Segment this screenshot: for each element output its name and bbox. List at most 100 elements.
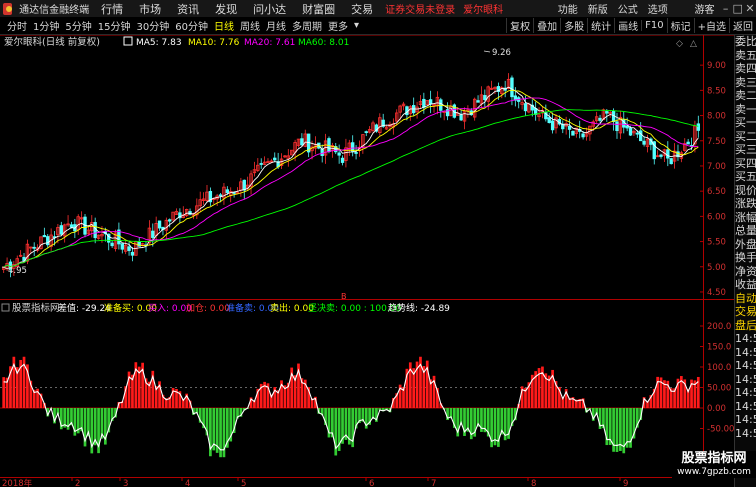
back-button[interactable]: 返回: [729, 18, 756, 33]
side-panel-item[interactable]: 净资: [735, 265, 756, 279]
menu-item-discover[interactable]: 发现: [207, 1, 245, 17]
side-panel-item[interactable]: 盘后: [735, 319, 756, 333]
side-panel-item[interactable]: 买五: [735, 170, 756, 184]
chart-settings-icon[interactable]: ◇: [676, 39, 683, 49]
chart-collapse-icon[interactable]: △: [690, 39, 697, 49]
side-panel-item[interactable]: 外盘: [735, 238, 756, 252]
high-price-label: 9.26: [492, 48, 511, 58]
side-panel-item[interactable]: 14:50: [735, 427, 756, 441]
period-multi[interactable]: 多周期: [289, 18, 325, 33]
candle-body: [337, 152, 341, 156]
statistics-button[interactable]: 统计: [587, 18, 614, 33]
side-panel-item[interactable]: 买二: [735, 130, 756, 144]
price-tick-label: 6.00: [707, 212, 726, 222]
login-alert[interactable]: 证券交易未登录: [381, 1, 459, 16]
watermark-url: www.7gpzb.com: [677, 467, 751, 477]
side-panel-item[interactable]: 买四: [735, 157, 756, 171]
app-name: 通达信金融终端: [19, 5, 90, 16]
indicator-tick-label: -50.00: [707, 425, 734, 435]
menu-item-ask[interactable]: 问小达: [245, 1, 294, 17]
side-panel-item[interactable]: 14:50: [735, 386, 756, 400]
period-5min[interactable]: 5分钟: [62, 18, 94, 33]
side-panel-item[interactable]: 委比: [735, 35, 756, 49]
overlay-button[interactable]: 叠加: [533, 18, 560, 33]
side-panel-item[interactable]: 14:50: [735, 400, 756, 414]
menu-item-news[interactable]: 资讯: [169, 1, 207, 17]
indicator-trend-value: 趋势线: -24.89: [388, 302, 450, 314]
menu-item-markets[interactable]: 市场: [131, 1, 169, 17]
side-panel-item[interactable]: 涨跌: [735, 197, 756, 211]
candle-body: [69, 224, 74, 228]
side-panel-item[interactable]: 卖四: [735, 62, 756, 76]
candle-body: [547, 117, 551, 124]
menu-item-market[interactable]: 行情: [93, 1, 131, 17]
side-panel-item[interactable]: 自动: [735, 292, 756, 306]
side-panel-item[interactable]: 现价: [735, 184, 756, 198]
period-60min[interactable]: 60分钟: [172, 18, 211, 33]
quote-side-panel[interactable]: 委比 卖五 卖四 卖三 卖二 卖一 买一 买二 买三 买四 买五 现价 涨跌 涨幅 总量 外盘 换手 净资 收益 自动…: [734, 35, 756, 487]
mark-button[interactable]: 标记: [666, 18, 694, 33]
side-panel-item[interactable]: 14:50: [735, 332, 756, 346]
site-watermark: 股票指标网 www.7gpzb.com: [672, 451, 756, 478]
side-panel-item[interactable]: 14:50: [735, 373, 756, 387]
candle-body: [320, 148, 324, 156]
month-label: 3: [123, 479, 128, 487]
new-version-menu[interactable]: 新版: [583, 1, 613, 16]
formula-menu[interactable]: 公式: [613, 1, 643, 16]
guest-user[interactable]: 游客: [690, 1, 720, 16]
side-panel-item[interactable]: 14:50: [735, 359, 756, 373]
side-panel-item[interactable]: 卖二: [735, 89, 756, 103]
price-tick-label: 9.00: [707, 61, 726, 71]
side-panel-item[interactable]: 总量: [735, 224, 756, 238]
options-menu[interactable]: 选项: [643, 1, 673, 16]
indicator-tick-label: 200.0: [707, 322, 731, 332]
function-menu[interactable]: 功能: [553, 1, 583, 16]
candle-body: [259, 163, 263, 165]
candle-series: [2, 73, 700, 278]
candle-body: [571, 130, 575, 136]
side-panel-item[interactable]: 收益: [735, 278, 756, 292]
draw-line-button[interactable]: 画线: [614, 18, 641, 33]
side-panel-item[interactable]: 涨幅: [735, 211, 756, 225]
side-panel-item[interactable]: 14:50: [735, 346, 756, 360]
side-panel-item[interactable]: 交易: [735, 305, 756, 319]
side-panel-item[interactable]: 换手: [735, 251, 756, 265]
period-30min[interactable]: 30分钟: [133, 18, 172, 33]
menu-item-trade[interactable]: 交易: [343, 1, 381, 17]
side-panel-item[interactable]: 卖三: [735, 76, 756, 90]
side-panel-item[interactable]: 买一: [735, 116, 756, 130]
period-1min[interactable]: 1分钟: [30, 18, 62, 33]
f10-button[interactable]: F10: [641, 20, 666, 31]
candle-body: [669, 158, 673, 165]
chevron-down-icon[interactable]: ▾: [351, 20, 362, 31]
ma5-label: MA5: 7.83: [136, 38, 182, 48]
side-panel-item[interactable]: 卖五: [735, 49, 756, 63]
month-label: 9: [623, 479, 628, 487]
add-favorite-button[interactable]: +自选: [693, 18, 729, 33]
side-panel-item[interactable]: 买三: [735, 143, 756, 157]
close-icon[interactable]: ✕: [744, 2, 756, 15]
price-tick-label: 8.00: [707, 112, 726, 122]
candle-body: [476, 100, 480, 103]
ma-toggle-icon[interactable]: [123, 36, 133, 46]
menu-item-wealth[interactable]: 财富圈: [294, 1, 343, 17]
candle-body: [354, 152, 358, 154]
side-panel-item[interactable]: 14:50: [735, 413, 756, 427]
period-more[interactable]: 更多: [325, 18, 351, 33]
side-panel-item[interactable]: 卖一: [735, 103, 756, 117]
candle-body: [168, 219, 172, 222]
multi-stock-button[interactable]: 多股: [560, 18, 587, 33]
period-intraday[interactable]: 分时: [4, 18, 30, 33]
period-monthly[interactable]: 月线: [263, 18, 289, 33]
period-weekly[interactable]: 周线: [237, 18, 263, 33]
minimize-icon[interactable]: –: [720, 2, 732, 15]
indicator-toggle-icon[interactable]: [1, 303, 10, 312]
candle-body: [642, 140, 646, 145]
chart-title: 爱尔眼科(日线 前复权): [4, 36, 100, 48]
adjust-button[interactable]: 复权: [506, 18, 533, 33]
kline-chart[interactable]: 爱尔眼科(日线 前复权) MA5: 7.83 MA10: 7.76 MA20: …: [0, 35, 734, 487]
maximize-icon[interactable]: □: [732, 2, 744, 15]
candle-body: [151, 230, 155, 238]
period-daily[interactable]: 日线: [211, 18, 237, 33]
period-15min[interactable]: 15分钟: [95, 18, 134, 33]
